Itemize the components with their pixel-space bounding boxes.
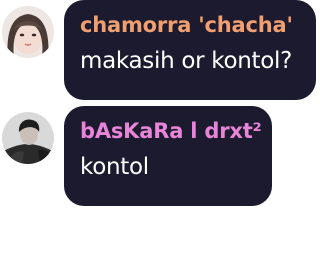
message-text: makasih or kontol? xyxy=(80,48,293,74)
avatar[interactable] xyxy=(2,112,54,164)
author-name[interactable]: chamorra 'chacha' xyxy=(80,12,302,38)
message-bubble: chamorra 'chacha' makasih or kontol? xyxy=(64,0,316,100)
user-avatar-icon xyxy=(2,112,54,164)
author-name[interactable]: bAsKaRa l drxt² xyxy=(80,118,262,144)
user-avatar-icon xyxy=(2,6,54,58)
avatar[interactable] xyxy=(2,6,54,58)
chat-log: chamorra 'chacha' makasih or kontol? bAs… xyxy=(0,0,320,260)
message-bubble: bAsKaRa l drxt² kontol xyxy=(64,106,272,206)
message-text: kontol xyxy=(80,154,149,180)
